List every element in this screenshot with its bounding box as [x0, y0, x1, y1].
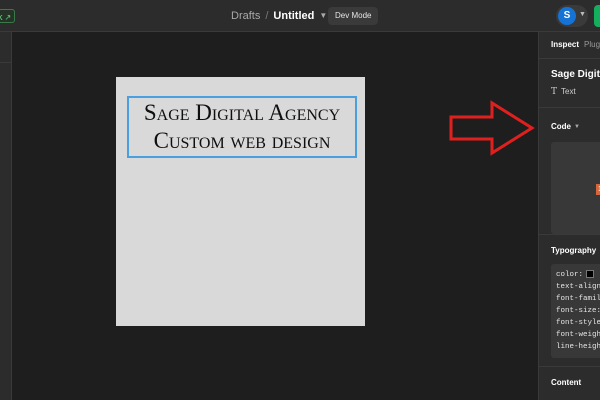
text-type-icon: T	[551, 87, 558, 97]
chevron-down-icon[interactable]: ▼	[319, 11, 327, 20]
css-line: font-size:	[556, 307, 600, 315]
chevron-down-icon: ▼	[574, 124, 580, 130]
tab-plugins[interactable]: Plug	[584, 40, 600, 49]
badge-label: k	[0, 12, 3, 22]
color-swatch	[586, 270, 595, 279]
panel-divider	[0, 62, 12, 63]
layer-name: Sage Digital	[551, 69, 600, 80]
css-line-color: color:	[556, 269, 600, 281]
breadcrumb-separator: /	[265, 10, 269, 22]
layer-type-label: Text	[561, 87, 576, 96]
box-model-diagram: 10p	[551, 142, 600, 234]
selected-text-layer[interactable]: Sage Digital Agency Custom web design	[127, 96, 357, 158]
code-heading: Code	[551, 122, 571, 131]
chevron-down-icon[interactable]: ▼	[579, 11, 586, 18]
breadcrumb-drafts[interactable]: Drafts	[231, 10, 260, 22]
divider	[539, 58, 600, 59]
css-code-block[interactable]: color: text-align font-famil font-size: …	[551, 264, 600, 358]
design-frame[interactable]: Sage Digital Agency Custom web design	[116, 77, 365, 326]
external-link-icon: ↗	[4, 13, 12, 22]
breadcrumb: Drafts / Untitled ▼	[231, 9, 327, 24]
divider	[539, 234, 600, 235]
divider	[539, 366, 600, 367]
view-only-badge[interactable]: k ↗	[0, 9, 16, 23]
divider	[539, 107, 600, 108]
inspect-panel: Inspect Plug Sage Digital TText Code▼ 10p…	[538, 32, 600, 400]
css-line: text-align	[556, 283, 600, 291]
css-line: font-style	[556, 319, 600, 327]
layer-type: T Text	[551, 87, 576, 97]
css-line: font-weigh	[556, 331, 600, 339]
tab-inspect[interactable]: Inspect	[551, 40, 579, 49]
text-line-1: Sage Digital Agency	[143, 100, 341, 125]
file-title[interactable]: Untitled	[273, 10, 314, 22]
top-bar: k ↗ Drafts / Untitled ▼ Dev Mode S ▼	[0, 0, 600, 32]
panel-tabs: Inspect Plug	[551, 40, 600, 49]
canvas[interactable]: Sage Digital Agency Custom web design	[12, 32, 538, 400]
css-line: line-heigh	[556, 343, 600, 351]
text-line-2: Custom web design	[153, 128, 331, 153]
avatar[interactable]: S	[558, 7, 576, 25]
dev-mode-badge[interactable]: Dev Mode	[328, 7, 379, 25]
css-line: font-famil	[556, 295, 600, 303]
layers-panel	[0, 32, 12, 400]
share-button[interactable]	[594, 5, 600, 27]
user-menu[interactable]: S ▼	[556, 5, 588, 27]
content-heading: Content	[551, 378, 582, 387]
arrow-right-icon	[449, 100, 535, 156]
code-section-toggle[interactable]: Code ▼	[551, 122, 580, 131]
typography-heading: Typography	[551, 246, 597, 255]
padding-value: 10p	[596, 184, 600, 195]
